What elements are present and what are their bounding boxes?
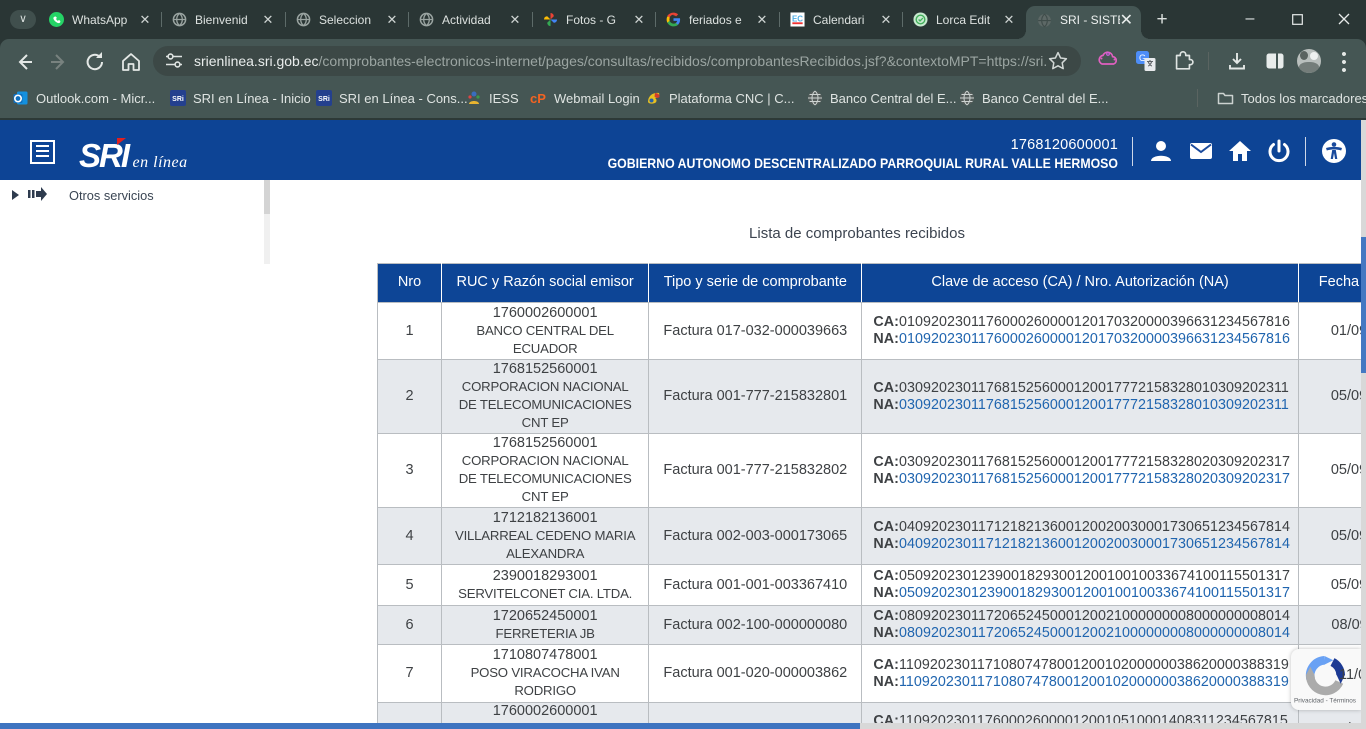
svg-text:SRi: SRi	[172, 96, 184, 103]
svg-text:EC: EC	[792, 14, 803, 23]
svg-text:SRi: SRi	[318, 96, 330, 103]
svg-text:cP: cP	[530, 91, 546, 106]
svg-text:Privacidad - Términos: Privacidad - Términos	[1294, 698, 1356, 705]
